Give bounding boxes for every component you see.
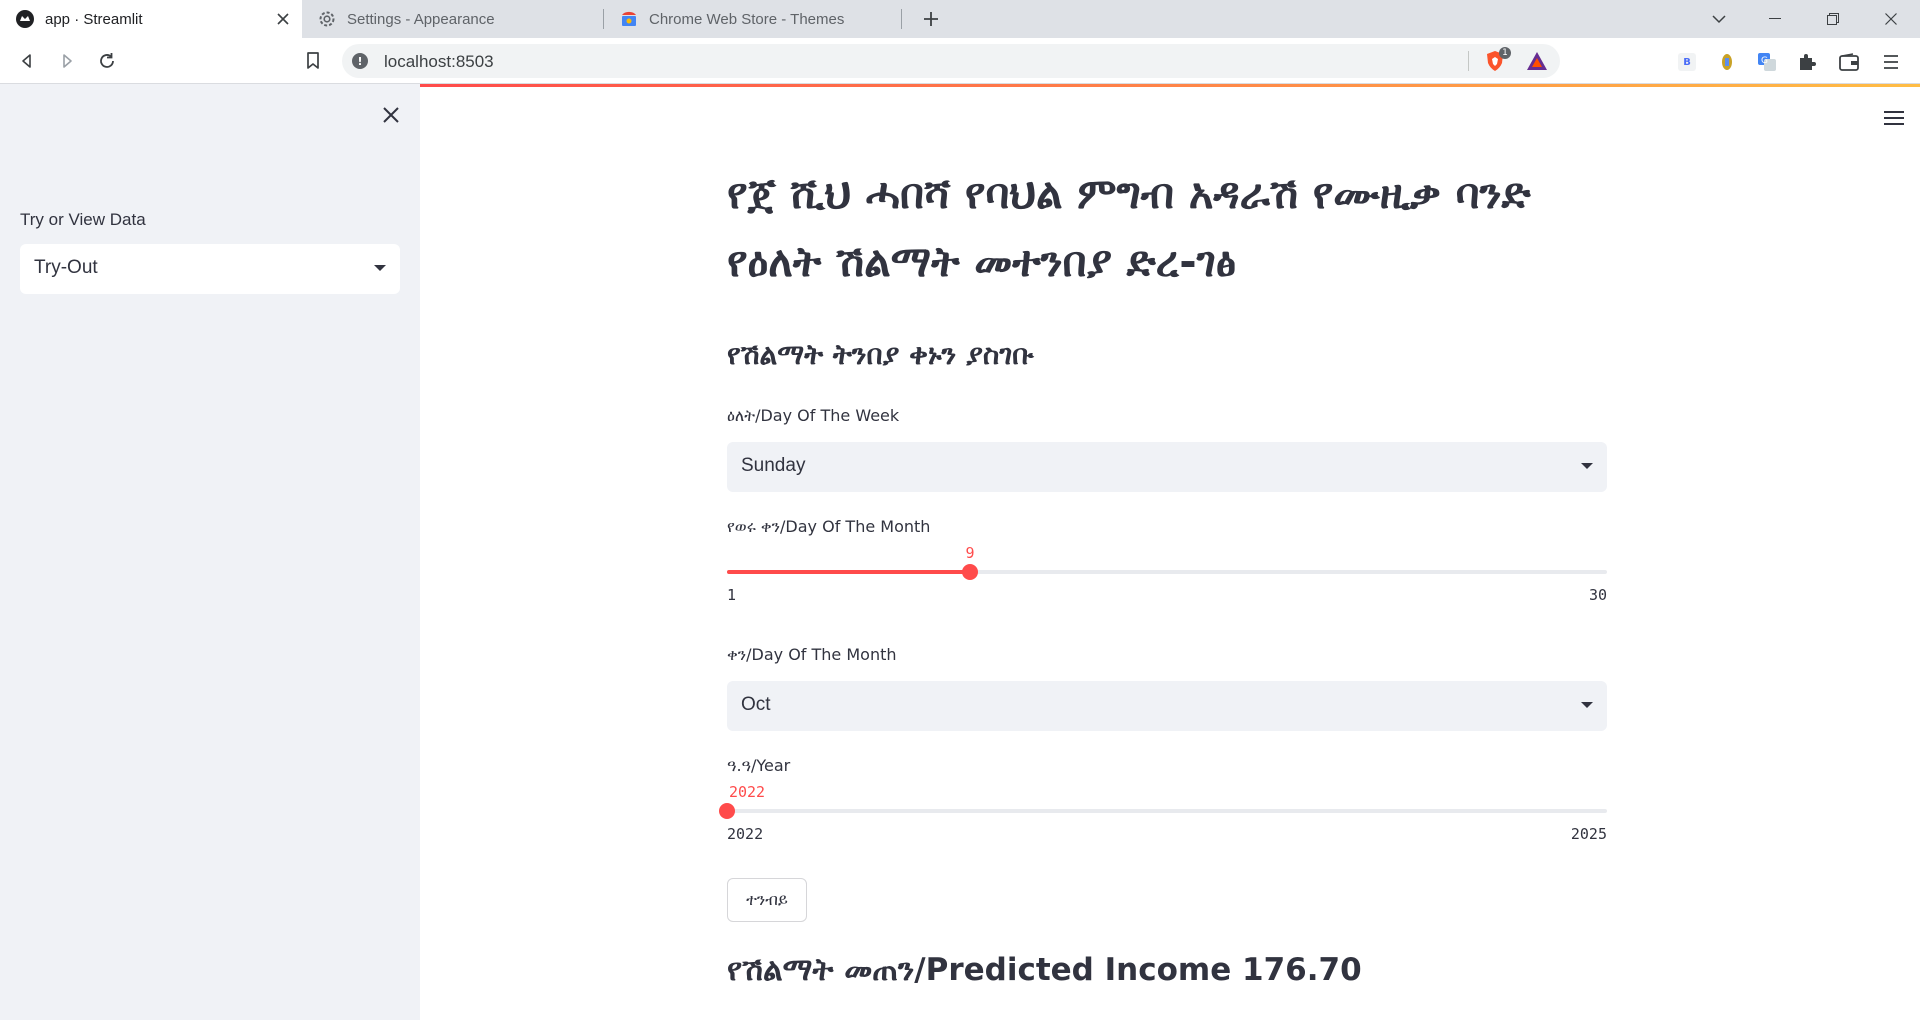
day-of-month-slider[interactable]: 9 1 30: [727, 544, 1607, 604]
section-subheader: የሽልማት ትንበያ ቀኑን ያስገቡ: [727, 338, 1034, 371]
data-mode-select[interactable]: Try-Out: [20, 244, 400, 294]
select-value: Oct: [741, 694, 771, 715]
reload-icon[interactable]: [92, 46, 122, 76]
slider-value: 9: [965, 544, 975, 562]
chevron-down-icon: [1581, 702, 1593, 708]
day-of-week-select[interactable]: Sunday: [727, 442, 1607, 492]
hamburger-menu-icon[interactable]: [1880, 104, 1908, 132]
decoration-bar: [420, 84, 1920, 87]
svg-text:G: G: [1761, 56, 1768, 66]
gear-icon: [317, 9, 337, 29]
day-of-month-label: የወሩ ቀን/Day Of The Month: [727, 517, 931, 536]
year-label: ዓ.ዓ/Year: [727, 756, 791, 775]
forward-icon[interactable]: [52, 46, 82, 76]
address-divider: [1468, 51, 1469, 71]
page-title: የጀ ሺህ ሓበሻ የባህል ምግብ አዳራሽ የሙዚቃ ባንድ የዕለት ሽል…: [727, 169, 1531, 286]
tab-chrome-web-store[interactable]: Chrome Web Store - Themes: [604, 0, 900, 38]
minimize-icon[interactable]: [1752, 0, 1798, 38]
address-url: localhost:8503: [384, 52, 494, 71]
slider-thumb[interactable]: [962, 564, 978, 580]
tab-streamlit-app[interactable]: app · Streamlit: [0, 0, 302, 38]
shield-count-badge: 1: [1499, 47, 1511, 59]
year-slider[interactable]: 2022 2022 2025: [719, 783, 1607, 843]
main-content: የጀ ሺህ ሓበሻ የባህል ምግብ አዳራሽ የሙዚቃ ባንድ የዕለት ሽል…: [420, 84, 1920, 1020]
predict-button[interactable]: ተንብይ: [727, 878, 807, 922]
back-icon[interactable]: [12, 46, 42, 76]
slider-track: [727, 809, 1607, 813]
slider-value: 2022: [728, 783, 766, 801]
slider-max: 30: [1588, 586, 1607, 604]
streamlit-icon: [15, 9, 35, 29]
browser-toolbar: ! localhost:8503 1 B G: [0, 38, 1920, 84]
slider-fill: [727, 570, 970, 574]
puzzle-icon[interactable]: [1796, 51, 1818, 73]
tab-divider: [901, 9, 902, 29]
close-tab-icon[interactable]: [274, 10, 292, 28]
address-bar[interactable]: ! localhost:8503 1: [342, 44, 1560, 78]
data-mode-label: Try or View Data: [20, 210, 146, 229]
extension-badge-label: B: [1683, 56, 1691, 68]
chevron-down-icon: [1581, 463, 1593, 469]
info-icon[interactable]: !: [352, 53, 368, 69]
select-value: Try-Out: [34, 257, 98, 278]
month-label: ቀን/Day Of The Month: [727, 645, 897, 664]
slider-thumb[interactable]: [719, 803, 735, 819]
tab-title: app · Streamlit: [45, 10, 143, 28]
menu-icon[interactable]: [1880, 51, 1902, 73]
close-window-icon[interactable]: [1868, 0, 1914, 38]
day-of-week-label: ዕለት/Day Of The Week: [727, 406, 900, 425]
tab-title: Settings - Appearance: [347, 10, 495, 28]
google-translate-icon[interactable]: G: [1756, 51, 1778, 73]
month-select[interactable]: Oct: [727, 681, 1607, 731]
sidebar: Try or View Data Try-Out: [0, 84, 420, 1020]
select-value: Sunday: [741, 455, 806, 476]
slider-max: 2025: [1570, 825, 1607, 843]
restore-icon[interactable]: [1810, 0, 1856, 38]
new-tab-button[interactable]: [918, 6, 944, 32]
tab-settings-appearance[interactable]: Settings - Appearance: [302, 0, 602, 38]
slider-min: 1: [727, 586, 737, 604]
chrome-web-store-icon: [619, 9, 639, 29]
close-sidebar-icon[interactable]: [378, 102, 404, 128]
predicted-income: የሽልማት መጠን/Predicted Income 176.70: [727, 952, 1362, 988]
wallet-icon[interactable]: [1838, 51, 1860, 73]
bookmark-icon[interactable]: [298, 46, 328, 76]
brave-rewards-icon[interactable]: [1526, 51, 1548, 71]
tab-search-icon[interactable]: [1696, 0, 1742, 38]
extension-b-icon[interactable]: B: [1676, 51, 1698, 73]
chevron-down-icon: [374, 265, 386, 271]
tab-title: Chrome Web Store - Themes: [649, 10, 845, 28]
extension-icon[interactable]: [1716, 51, 1738, 73]
browser-tabstrip: app · Streamlit Settings - Appearance Ch…: [0, 0, 1920, 38]
slider-min: 2022: [727, 825, 764, 843]
